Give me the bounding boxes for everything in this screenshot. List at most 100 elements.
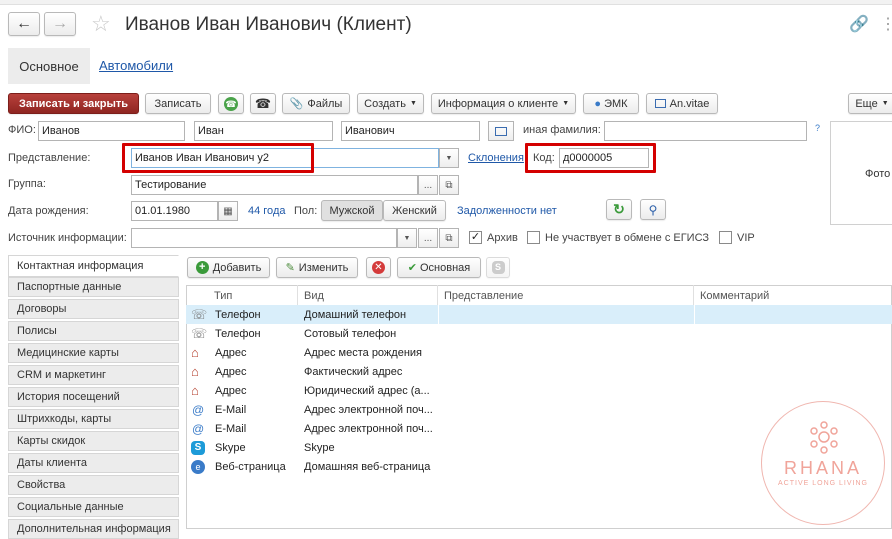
tab-main[interactable]: Основное: [8, 48, 90, 84]
calendar-icon: ▦: [223, 205, 233, 217]
photo-frame[interactable]: Фото: [830, 121, 892, 225]
rhana-watermark-logo: RHANA ACTIVE LONG LIVING: [761, 401, 885, 525]
column-header-label: Тип: [214, 289, 233, 302]
vip-checkbox[interactable]: [719, 231, 732, 244]
help-mark[interactable]: ?: [815, 123, 820, 133]
save-and-close-button[interactable]: Записать и закрыть: [8, 93, 139, 114]
other-surname-field[interactable]: [604, 121, 807, 141]
sidebar-item-discount-cards[interactable]: Карты скидок: [8, 431, 179, 451]
group-label: Группа:: [8, 178, 46, 190]
link-icon[interactable]: 🔗: [849, 14, 869, 34]
source-dropdown-button[interactable]: ▼: [397, 228, 417, 248]
gender-female-button[interactable]: Женский: [383, 200, 446, 221]
tab-cars[interactable]: Автомобили: [99, 58, 173, 73]
create-button[interactable]: Создать ▼: [357, 93, 424, 114]
other-surname-label: иная фамилия:: [523, 124, 601, 136]
sidebar-item-dates[interactable]: Даты клиента: [8, 453, 179, 473]
birth-label: Дата рождения:: [8, 205, 89, 217]
anvitae-label: An.vitae: [669, 97, 710, 110]
middle-name-field[interactable]: Иванович: [341, 121, 480, 141]
more-vertical-icon[interactable]: ⋮: [880, 14, 892, 34]
group-field[interactable]: Тестирование: [131, 175, 418, 195]
phone-icon: ☏: [191, 306, 208, 322]
set-main-button[interactable]: ✔ Основная: [397, 257, 481, 278]
create-label: Создать: [364, 97, 406, 110]
group-open-button[interactable]: ⧉: [439, 175, 459, 195]
source-field[interactable]: [131, 228, 397, 248]
delete-contact-button[interactable]: ✕: [366, 257, 391, 278]
forward-button[interactable]: →: [44, 12, 76, 36]
refresh-button[interactable]: ↻: [606, 199, 632, 220]
declensions-link[interactable]: Склонения: [468, 152, 524, 164]
column-header-type[interactable]: Тип: [208, 285, 298, 306]
sidebar-item-contacts[interactable]: Контактная информация: [8, 255, 179, 277]
table-row[interactable]: ⌂ Адрес Адрес места рождения: [186, 343, 892, 362]
more-button[interactable]: Еще ▼: [848, 93, 892, 114]
sidebar-item-policies[interactable]: Полисы: [8, 321, 179, 341]
back-button[interactable]: ←: [8, 12, 40, 36]
table-row[interactable]: ⌂ Адрес Юридический адрес (а...: [186, 381, 892, 400]
sidebar-item-additional[interactable]: Дополнительная информация: [8, 519, 179, 539]
table-row[interactable]: ☏ Телефон Сотовый телефон: [186, 324, 892, 343]
calendar-button[interactable]: ▦: [218, 201, 238, 221]
dropdown-arrow-icon: ▼: [881, 100, 889, 107]
sidebar-item-visits[interactable]: История посещений: [8, 387, 179, 407]
checkmark-icon: ✔: [407, 262, 417, 274]
first-name-field[interactable]: Иван: [194, 121, 333, 141]
row-kind: Фактический адрес: [304, 365, 403, 378]
sidebar-item-properties[interactable]: Свойства: [8, 475, 179, 495]
gender-label: Пол:: [294, 205, 318, 217]
birth-date-field[interactable]: 01.01.1980: [131, 201, 218, 221]
add-contact-button[interactable]: + Добавить: [187, 257, 270, 278]
fio-edit-button[interactable]: [488, 121, 514, 141]
call-button[interactable]: ☎: [218, 93, 244, 114]
source-label: Источник информации:: [8, 232, 127, 244]
skype-call-button[interactable]: S: [486, 257, 510, 278]
archive-label: Архив: [487, 232, 518, 244]
sidebar-item-crm[interactable]: CRM и маркетинг: [8, 365, 179, 385]
sidebar-item-medical-cards[interactable]: Медицинские карты: [8, 343, 179, 363]
sidebar-item-contracts[interactable]: Договоры: [8, 299, 179, 319]
search-button[interactable]: ⚲: [640, 199, 666, 220]
favorite-star-icon[interactable]: ☆: [91, 12, 111, 36]
sidebar-item-passport[interactable]: Паспортные данные: [8, 277, 179, 297]
egisz-label: Не участвует в обмене с ЕГИСЗ: [545, 232, 710, 244]
flower-icon: [810, 421, 838, 454]
group-select-button[interactable]: ...: [418, 175, 438, 195]
source-open-button[interactable]: ⧉: [439, 228, 459, 248]
row-kind: Сотовый телефон: [304, 327, 397, 340]
source-select-button[interactable]: ...: [418, 228, 438, 248]
vip-label: VIP: [737, 232, 755, 244]
search-icon: ⚲: [648, 202, 658, 217]
arrow-left-icon: ←: [16, 15, 32, 32]
files-button[interactable]: 📎 Файлы: [282, 93, 350, 114]
open-window-icon: ⧉: [445, 179, 453, 191]
anvitae-button[interactable]: An.vitae: [646, 93, 718, 114]
paperclip-icon: 📎: [289, 98, 304, 110]
watermark-tagline: ACTIVE LONG LIVING: [778, 480, 868, 487]
gender-male-button[interactable]: Мужской: [321, 200, 383, 221]
last-name-field[interactable]: Иванов: [38, 121, 185, 141]
table-row[interactable]: ⌂ Адрес Фактический адрес: [186, 362, 892, 381]
arrow-right-icon: →: [52, 15, 68, 32]
table-row[interactable]: ☏ Телефон Домашний телефон: [186, 305, 892, 324]
emk-button[interactable]: ● ЭМК: [583, 93, 639, 114]
row-kind: Домашний телефон: [304, 308, 407, 321]
row-type: Адрес: [215, 384, 247, 397]
sidebar-item-social[interactable]: Социальные данные: [8, 497, 179, 517]
sidebar-item-barcodes[interactable]: Штрихкоды, карты: [8, 409, 179, 429]
column-header-representation[interactable]: Представление: [438, 285, 694, 306]
house-icon: ⌂: [191, 345, 199, 360]
edit-contact-button[interactable]: ✎ Изменить: [276, 257, 358, 278]
telephone-button[interactable]: ☎: [250, 93, 276, 114]
egisz-checkbox[interactable]: [527, 231, 540, 244]
column-header-comment[interactable]: Комментарий: [694, 285, 892, 306]
column-header-kind[interactable]: Вид: [298, 285, 438, 306]
window-icon: [654, 99, 666, 108]
row-kind: Адрес электронной поч...: [304, 422, 433, 435]
repr-dropdown-button[interactable]: ▼: [439, 148, 459, 168]
save-button[interactable]: Записать: [145, 93, 211, 114]
form-icon: [495, 126, 507, 136]
client-info-button[interactable]: Информация о клиенте ▼: [431, 93, 576, 114]
archive-checkbox[interactable]: ✓: [469, 231, 482, 244]
